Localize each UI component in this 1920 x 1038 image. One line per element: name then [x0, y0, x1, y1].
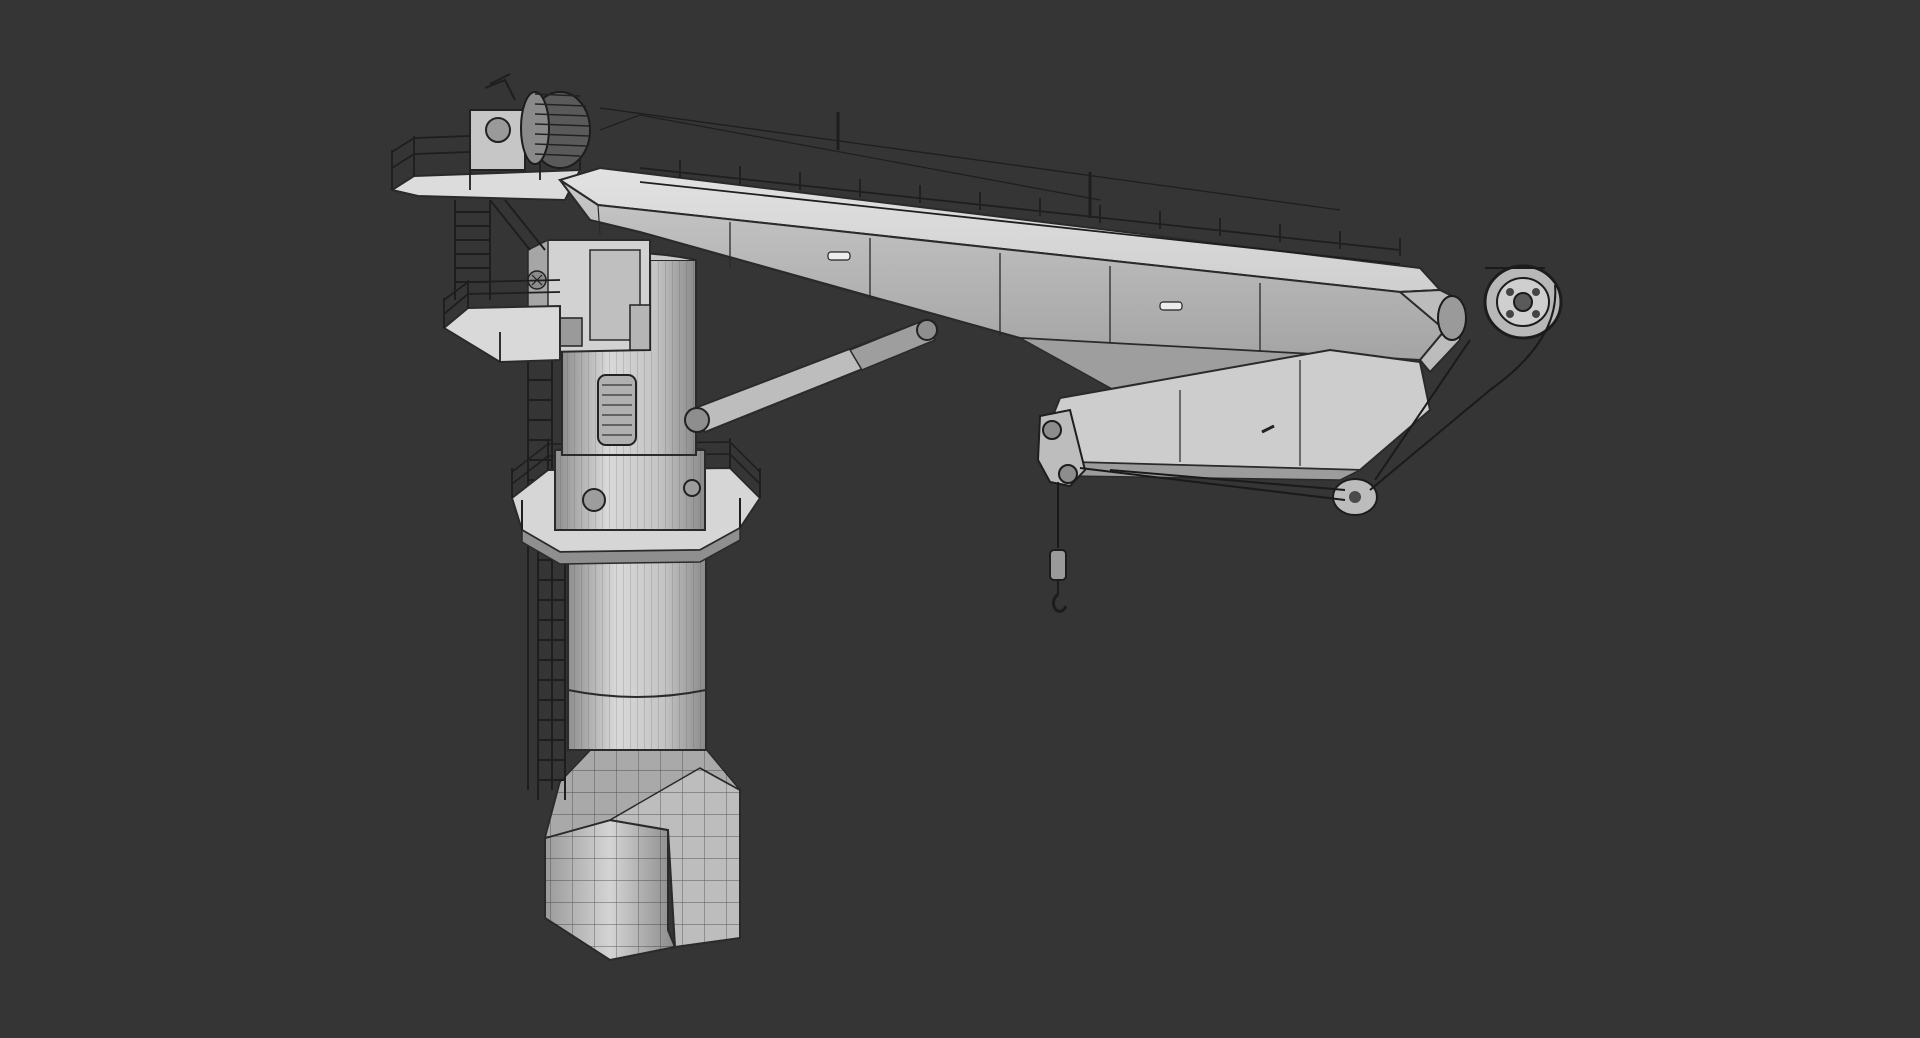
pedestal-base	[543, 739, 741, 962]
crane-render	[389, 73, 1563, 962]
pedestal-column	[567, 539, 707, 751]
access-ladder	[527, 360, 566, 800]
lower-sheave	[1332, 478, 1378, 516]
winch-drum	[469, 73, 591, 171]
slewing-ring	[554, 443, 706, 531]
hook-block	[1049, 549, 1068, 613]
cabin-walkway	[442, 279, 561, 364]
luffing-cylinder	[684, 319, 938, 434]
render-viewport	[0, 0, 1920, 1038]
boom-tip-sheave	[1437, 264, 1563, 341]
